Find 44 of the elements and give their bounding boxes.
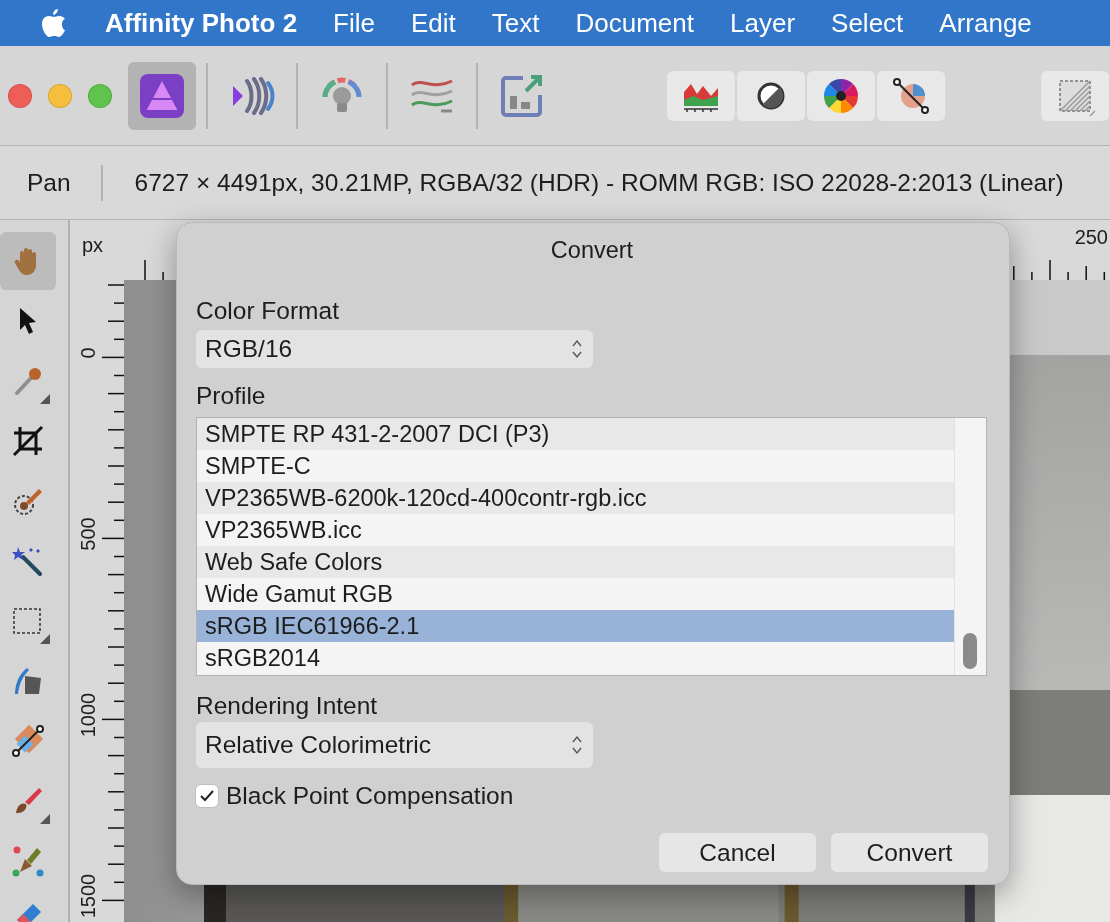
chevrons-icon: [571, 734, 583, 756]
field-label: Color Format: [196, 298, 339, 324]
ruler-label: 0: [76, 347, 100, 359]
checkmark-icon: [200, 790, 214, 802]
apple-icon[interactable]: [40, 8, 67, 38]
checkbox-label: Black Point Compensation: [226, 782, 514, 810]
document-info: 6727 × 4491px, 30.21MP, RGBA/32 (HDR) - ROMM RGB: ISO 22028-2:2013 (Linear): [134, 168, 1064, 197]
profile-item[interactable]: sRGB IEC61966-2.1: [197, 610, 954, 642]
persona-button[interactable]: [128, 61, 196, 130]
menu-item[interactable]: Edit: [411, 7, 456, 39]
chevrons-icon: [571, 338, 583, 360]
profile-item[interactable]: Web Safe Colors: [197, 546, 954, 578]
profile-item[interactable]: VP2365WB-6200k-120cd-400contr-rgb.icc: [197, 482, 954, 514]
ruler-unit: px: [82, 234, 104, 256]
rendering-intent-select[interactable]: Relative Colorimetric: [196, 722, 593, 768]
menu-item[interactable]: Arrange: [939, 7, 1032, 39]
ruler-label: 500: [76, 517, 100, 551]
menu-item[interactable]: Text: [491, 7, 540, 39]
menu-item[interactable]: Document: [575, 7, 694, 39]
checkbox[interactable]: [196, 785, 218, 807]
tool-name: Pan: [27, 168, 71, 197]
menu-item[interactable]: Layer: [730, 7, 796, 39]
brush-dots-icon: [11, 844, 45, 878]
gradient-icon: [11, 724, 45, 758]
close-button[interactable]: [8, 83, 32, 108]
field-label: Rendering Intent: [196, 693, 378, 719]
studio-button[interactable]: [877, 70, 945, 121]
convert-button[interactable]: Convert: [831, 833, 988, 872]
profile-item[interactable]: SMPTE RP 431-2-2007 DCI (P3): [197, 418, 954, 450]
field-label: Profile: [196, 383, 266, 409]
ruler-label: 1000: [76, 692, 100, 738]
ruler-label: 1500: [76, 873, 100, 919]
scrollbar-thumb[interactable]: [963, 633, 977, 669]
menu-item[interactable]: File: [333, 7, 375, 39]
dialog-title: Convert: [550, 237, 634, 264]
app-menu[interactable]: Affinity Photo 2: [105, 7, 298, 39]
crop-icon: [11, 424, 45, 458]
studio-button[interactable]: [807, 70, 875, 121]
color-format-select[interactable]: RGB/16: [196, 330, 593, 368]
studio-button[interactable]: [737, 70, 805, 121]
node-line-icon: [891, 75, 931, 116]
cancel-button[interactable]: Cancel: [659, 833, 816, 872]
ruler-label: 250: [1074, 226, 1108, 249]
menu-item[interactable]: Select: [831, 7, 904, 39]
